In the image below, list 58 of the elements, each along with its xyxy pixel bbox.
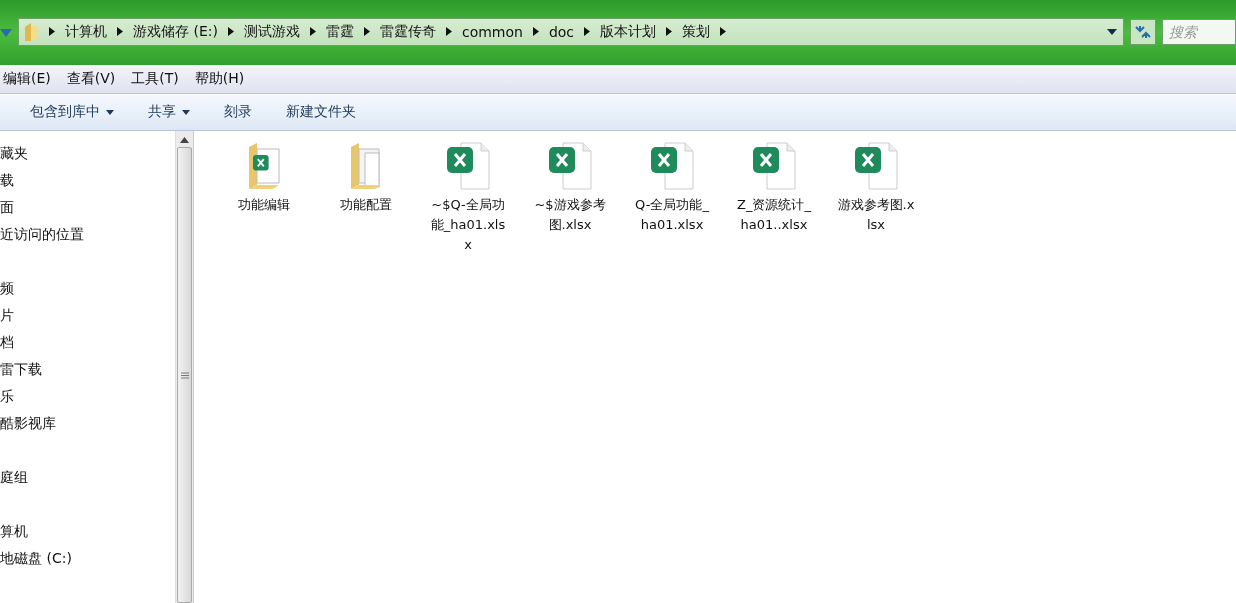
file-name[interactable]: Z_资源统计_ha01..xlsx: [734, 195, 814, 235]
sidebar-item[interactable]: 载: [0, 170, 175, 197]
toolbar-button[interactable]: 包含到库中: [30, 103, 114, 121]
chevron-icon[interactable]: [666, 27, 673, 36]
breadcrumb[interactable]: doc: [548, 23, 575, 40]
breadcrumb[interactable]: common: [461, 23, 523, 40]
toolbar-button[interactable]: 共享: [148, 103, 190, 121]
scroll-up-icon[interactable]: [180, 137, 189, 143]
chevron-icon[interactable]: [532, 27, 539, 36]
caret-icon: [182, 109, 190, 115]
chevron-icon[interactable]: [309, 27, 316, 36]
file-name[interactable]: ~$游戏参考图.xlsx: [530, 195, 610, 235]
file-name[interactable]: 功能编辑: [238, 195, 290, 215]
sidebar-item[interactable]: 算机: [0, 521, 175, 548]
sidebar-item[interactable]: 地磁盘 (C:): [0, 548, 175, 575]
menu-item[interactable]: 工具(T): [131, 70, 179, 88]
sidebar-item[interactable]: 频: [0, 278, 175, 305]
breadcrumb[interactable]: 版本计划: [600, 22, 657, 41]
toolbar-button[interactable]: 刻录: [224, 103, 252, 121]
refresh-icon: [1134, 24, 1152, 39]
chevron-icon[interactable]: [117, 27, 123, 36]
breadcrumb[interactable]: 雷霆: [325, 22, 354, 41]
chevron-icon[interactable]: [445, 27, 452, 36]
file-name[interactable]: 游戏参考图.xlsx: [836, 195, 916, 235]
file-name[interactable]: ~$Q-全局功能_ha01.xlsx: [428, 195, 508, 255]
chevron-icon[interactable]: [227, 27, 234, 36]
sidebar-item[interactable]: 片: [0, 305, 175, 332]
breadcrumb[interactable]: 雷霆传奇: [379, 22, 436, 41]
breadcrumb[interactable]: 测试游戏: [243, 22, 300, 41]
scrollbar[interactable]: [175, 131, 194, 603]
menu-item[interactable]: 帮助(H): [194, 70, 245, 88]
refresh-button[interactable]: [1130, 18, 1156, 45]
caret-icon: [106, 109, 114, 115]
folder-icon: [25, 22, 39, 41]
sidebar-item[interactable]: 藏夹: [0, 143, 175, 170]
toolbar-button[interactable]: 新建文件夹: [286, 103, 356, 121]
sidebar-item[interactable]: 雷下载: [0, 359, 175, 386]
chevron-icon[interactable]: [363, 27, 370, 36]
breadcrumb[interactable]: 计算机: [65, 22, 107, 41]
scroll-thumb[interactable]: [177, 147, 192, 603]
search-field[interactable]: 搜索: [1162, 18, 1236, 45]
menu-item[interactable]: 编辑(E): [3, 70, 51, 88]
breadcrumb[interactable]: 游戏储存 (E:): [133, 22, 218, 41]
chevron-icon[interactable]: [49, 27, 55, 36]
sidebar-item[interactable]: 面: [0, 197, 175, 224]
sidebar-item[interactable]: 档: [0, 332, 175, 359]
breadcrumb[interactable]: 策划: [682, 22, 711, 41]
chevron-icon[interactable]: [720, 27, 727, 36]
address-bar[interactable]: 计算机 游戏储存 (E:) 测试游戏 雷霆 雷霆传奇 common doc 版本计划 策划: [18, 17, 1124, 46]
sidebar-item[interactable]: 近访问的位置: [0, 224, 175, 251]
sidebar-item[interactable]: 酷影视库: [0, 413, 175, 440]
sidebar-item[interactable]: 乐: [0, 386, 175, 413]
menu-item[interactable]: 查看(V): [66, 70, 116, 88]
file-name[interactable]: Q-全局功能_ha01.xlsx: [632, 195, 712, 235]
file-name[interactable]: 功能配置: [340, 195, 392, 215]
dropdown-icon[interactable]: [1107, 28, 1117, 35]
chevron-icon[interactable]: [584, 27, 591, 36]
sidebar-item[interactable]: 庭组: [0, 467, 175, 494]
